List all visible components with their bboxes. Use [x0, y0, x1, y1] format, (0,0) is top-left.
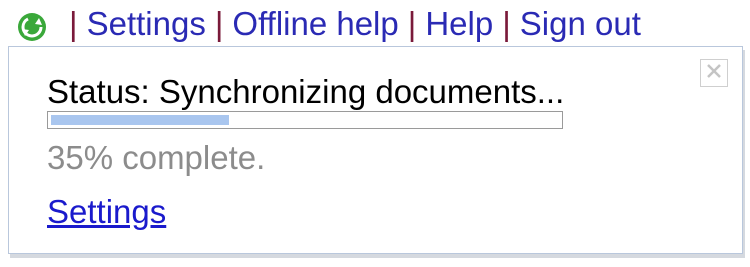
nav-link-offline-help[interactable]: Offline help — [232, 5, 398, 42]
settings-link[interactable]: Settings — [47, 193, 166, 231]
top-bar: | Settings | Offline help | Help | Sign out — [0, 0, 750, 48]
sync-progress-fill — [51, 115, 229, 125]
nav-separator: | — [214, 5, 224, 42]
close-button[interactable] — [700, 59, 728, 87]
nav-link-sign-out[interactable]: Sign out — [520, 5, 641, 42]
sync-progress-bar — [47, 111, 563, 129]
nav-link-help[interactable]: Help — [425, 5, 493, 42]
sync-percent-text: 35% complete. — [47, 139, 266, 176]
close-icon — [705, 62, 723, 85]
top-nav: | Settings | Offline help | Help | Sign out — [60, 2, 641, 46]
sync-status-popup: Status: Synchronizing documents... 35% c… — [8, 46, 743, 254]
sync-status-text: Status: Synchronizing documents... — [47, 73, 565, 110]
sync-check-icon — [17, 12, 47, 42]
nav-link-settings[interactable]: Settings — [87, 5, 206, 42]
nav-separator: | — [69, 5, 78, 42]
nav-separator: | — [502, 5, 511, 42]
nav-separator: | — [407, 5, 417, 42]
